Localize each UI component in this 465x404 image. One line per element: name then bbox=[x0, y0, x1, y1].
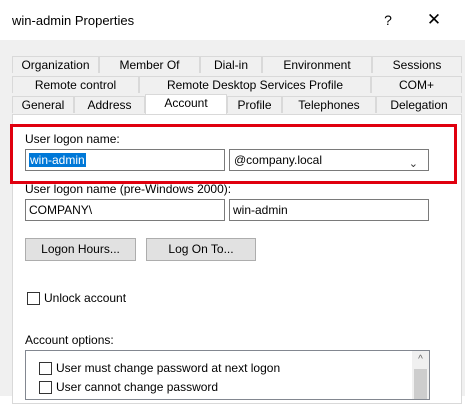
tab-profile[interactable]: Profile bbox=[227, 96, 282, 113]
close-button[interactable]: ✕ bbox=[423, 9, 445, 31]
title-bar: win-admin Properties ? ✕ bbox=[0, 0, 465, 40]
tab-com-plus[interactable]: COM+ bbox=[371, 76, 462, 93]
tab-environment[interactable]: Environment bbox=[262, 56, 372, 73]
tab-member-of[interactable]: Member Of bbox=[99, 56, 200, 73]
tab-general[interactable]: General bbox=[12, 96, 74, 113]
log-on-to-button[interactable]: Log On To... bbox=[146, 238, 256, 261]
option-label: User must change password at next logon bbox=[56, 361, 281, 375]
tab-telephones[interactable]: Telephones bbox=[282, 96, 376, 113]
tab-dial-in[interactable]: Dial-in bbox=[200, 56, 262, 73]
tab-address[interactable]: Address bbox=[74, 96, 145, 113]
scroll-up-icon[interactable]: ^ bbox=[412, 351, 429, 368]
unlock-account-checkbox[interactable] bbox=[27, 292, 40, 305]
option-checkbox[interactable] bbox=[39, 362, 52, 375]
unlock-account-label: Unlock account bbox=[44, 291, 127, 305]
tab-organization[interactable]: Organization bbox=[12, 56, 99, 73]
tab-row-3: General Address Account Profile Telephon… bbox=[12, 94, 462, 114]
account-options-list[interactable]: User must change password at next logon … bbox=[25, 350, 430, 400]
account-options-label: Account options: bbox=[25, 333, 114, 347]
tab-delegation[interactable]: Delegation bbox=[376, 96, 462, 113]
tab-row-1: Organization Member Of Dial-in Environme… bbox=[12, 56, 462, 73]
window-title: win-admin Properties bbox=[12, 13, 135, 28]
option-checkbox[interactable] bbox=[39, 381, 52, 394]
scroll-thumb[interactable] bbox=[414, 369, 427, 399]
options-scrollbar[interactable]: ^ bbox=[412, 351, 429, 399]
tab-row-2: Remote control Remote Desktop Services P… bbox=[12, 76, 462, 93]
pre2000-domain-field: COMPANY\ bbox=[25, 199, 225, 221]
highlight-box bbox=[10, 124, 457, 184]
pre2000-label: User logon name (pre-Windows 2000): bbox=[25, 182, 232, 196]
tab-remote-control[interactable]: Remote control bbox=[12, 76, 139, 93]
option-label: User cannot change password bbox=[56, 380, 219, 394]
pre2000-username-input[interactable]: win-admin bbox=[229, 199, 429, 221]
tab-account[interactable]: Account bbox=[145, 94, 227, 114]
logon-hours-button[interactable]: Logon Hours... bbox=[25, 238, 136, 261]
tab-remote-desktop-services-profile[interactable]: Remote Desktop Services Profile bbox=[139, 76, 371, 93]
tab-sessions[interactable]: Sessions bbox=[372, 56, 462, 73]
help-button[interactable]: ? bbox=[378, 10, 398, 30]
